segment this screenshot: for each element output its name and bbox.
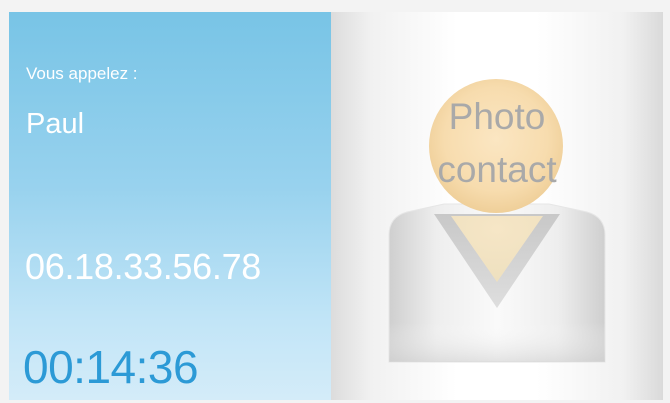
calling-label: Vous appelez :	[26, 64, 138, 83]
call-duration-timer: 00:14:36	[23, 341, 199, 393]
contact-photo-panel: Photo contact	[331, 12, 663, 400]
contact-name: Paul	[26, 108, 85, 140]
phone-number: 06.18.33.56.78	[25, 246, 262, 287]
call-info-panel: Vous appelez : Paul 06.18.33.56.78 00:14…	[9, 12, 331, 400]
photo-placeholder-label: Photo	[448, 96, 546, 137]
person-silhouette-icon	[388, 79, 606, 363]
call-frame: Vous appelez : Paul 06.18.33.56.78 00:14…	[9, 12, 663, 400]
call-screen: Vous appelez : Paul 06.18.33.56.78 00:14…	[0, 0, 670, 403]
photo-placeholder-sublabel: contact	[437, 149, 557, 190]
